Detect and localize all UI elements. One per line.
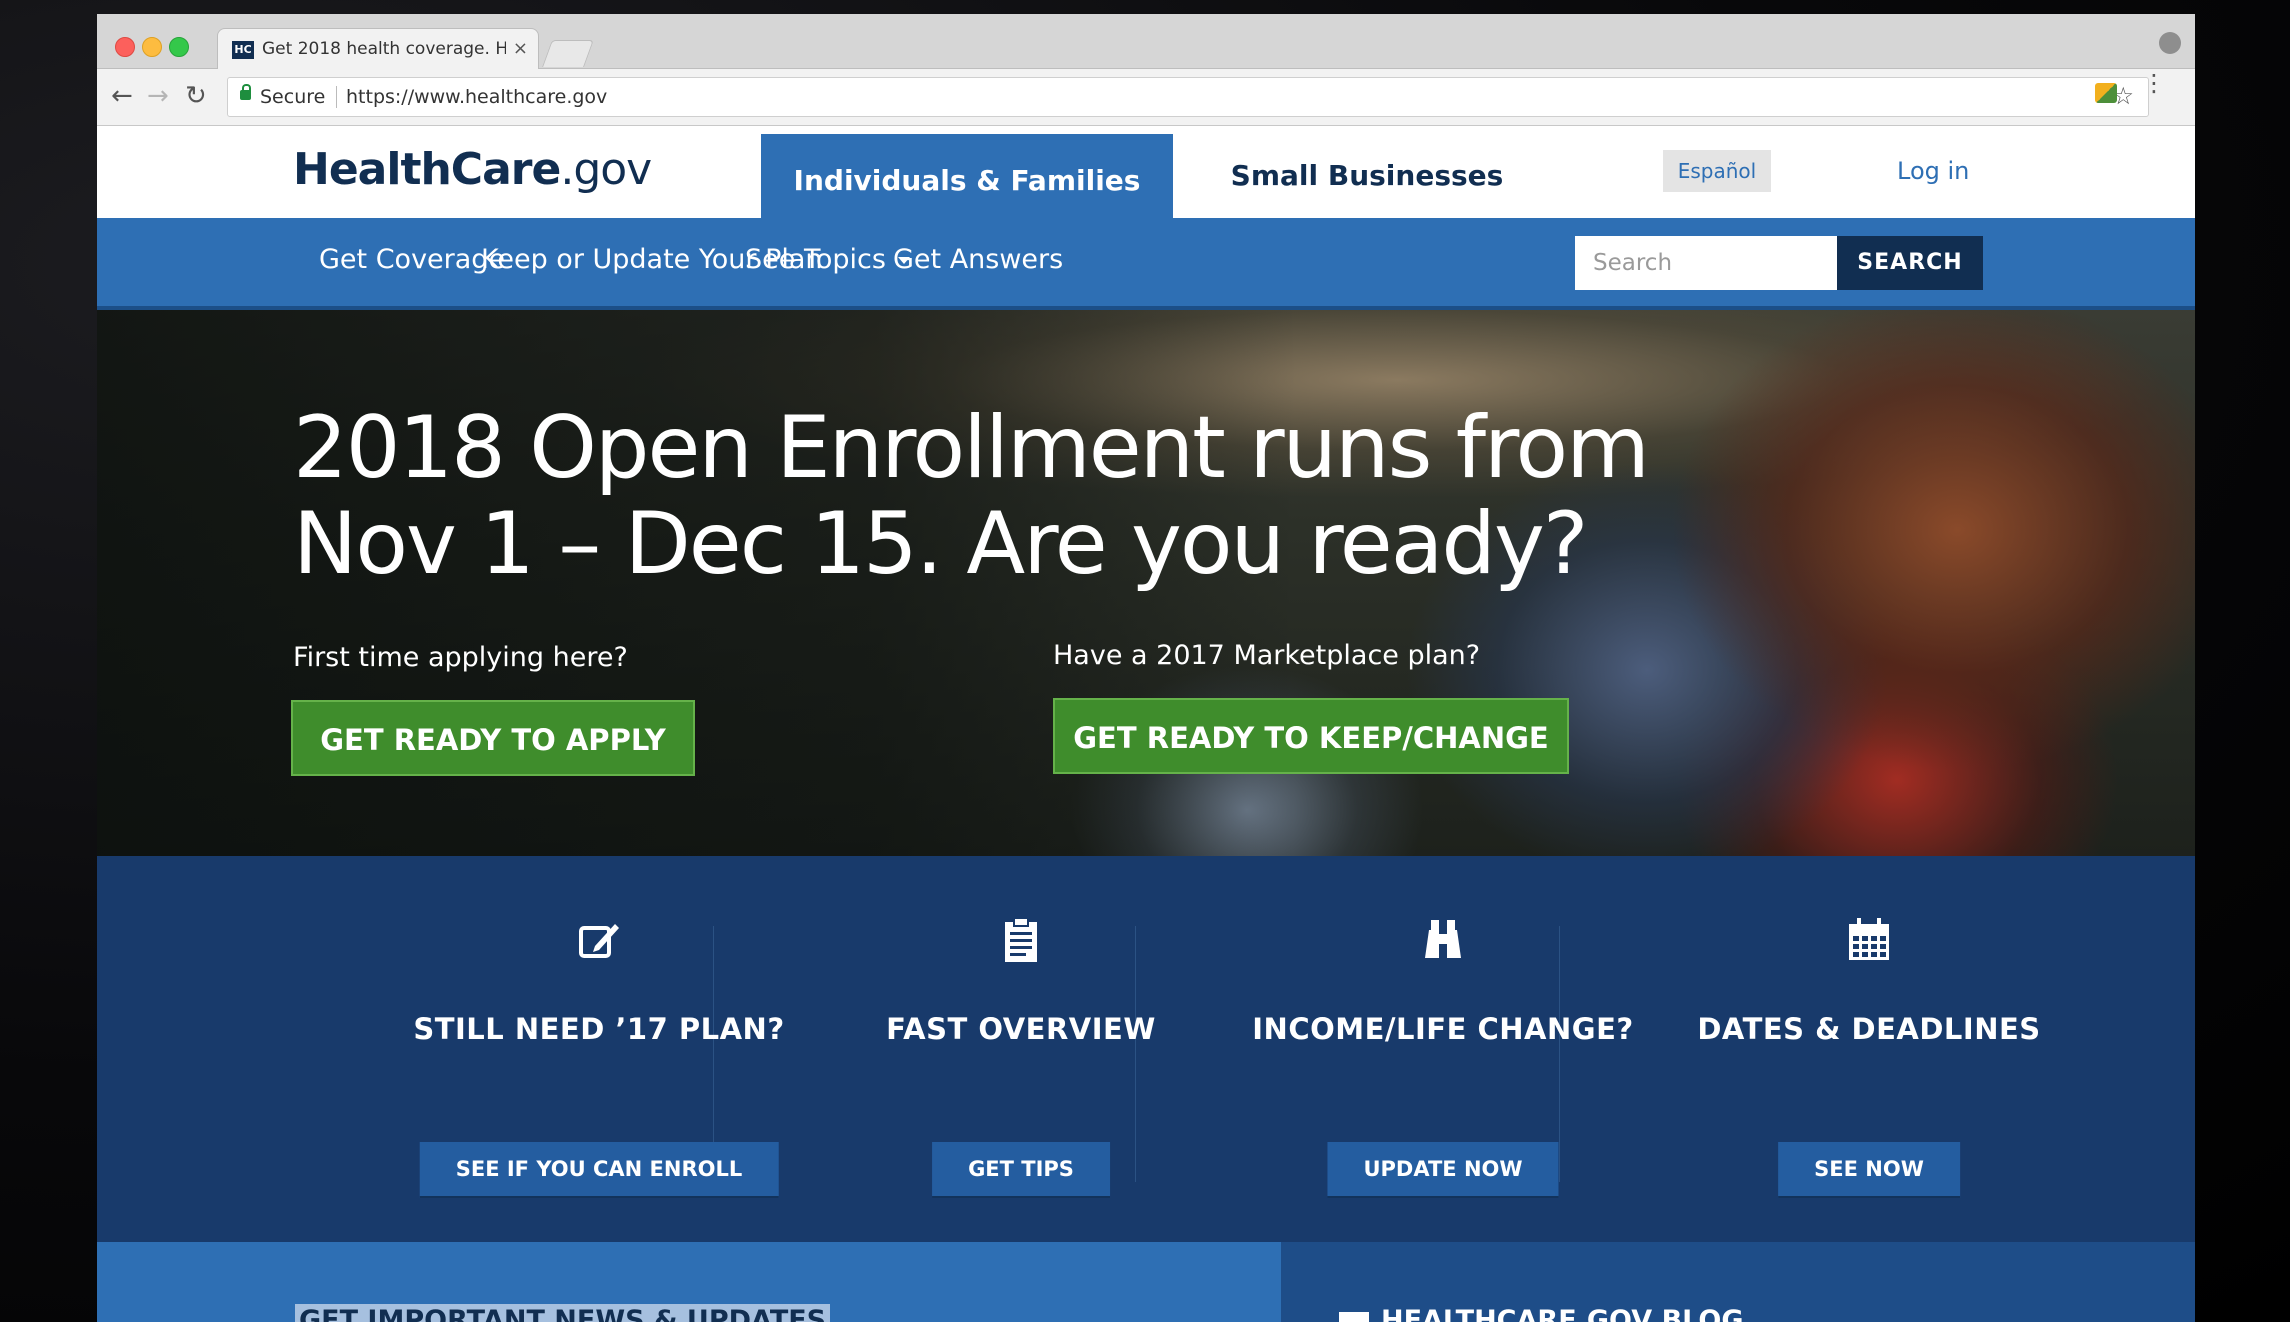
binoculars-icon xyxy=(1425,920,1461,958)
get-ready-to-keep-change-button[interactable]: GET READY TO KEEP/CHANGE xyxy=(1053,698,1569,774)
browser-window: HC Get 2018 health coverage. He × ← → ↻ … xyxy=(97,14,2195,1322)
card-title: STILL NEED ’17 PLAN? xyxy=(413,1012,785,1046)
hero-question-existing: Have a 2017 Marketplace plan? xyxy=(1053,640,1481,671)
hero-banner: 2018 Open Enrollment runs from Nov 1 – D… xyxy=(97,310,2195,856)
clipboard-icon xyxy=(1005,917,1037,962)
blog-section: HEALTHCARE.GOV BLOG xyxy=(1281,1242,2195,1322)
lock-icon xyxy=(240,84,251,100)
site-header: HealthCare.gov Individuals & Families Sm… xyxy=(97,126,2195,228)
window-minimize-button[interactable] xyxy=(142,37,162,57)
tab-title: Get 2018 health coverage. He xyxy=(262,39,506,59)
search-button[interactable]: SEARCH xyxy=(1837,236,1983,290)
nav-get-coverage[interactable]: Get Coverage xyxy=(319,240,505,280)
logo-care: Care xyxy=(450,144,562,195)
browser-tab-active[interactable]: HC Get 2018 health coverage. He × xyxy=(217,28,539,69)
card-title: INCOME/LIFE CHANGE? xyxy=(1252,1012,1634,1046)
main-nav: Get Coverage Keep or Update Your Plan Se… xyxy=(97,218,2195,310)
get-tips-button[interactable]: GET TIPS xyxy=(932,1142,1110,1198)
update-now-button[interactable]: UPDATE NOW xyxy=(1327,1142,1559,1198)
new-tab-button[interactable] xyxy=(542,40,594,67)
blog-icon xyxy=(1339,1312,1369,1322)
browser-menu-icon[interactable]: ⋮ xyxy=(2142,71,2166,95)
news-section: GET IMPORTANT NEWS & UPDATES xyxy=(97,1242,1281,1322)
card-still-need-plan: STILL NEED ’17 PLAN? SEE IF YOU CAN ENRO… xyxy=(389,916,809,1198)
tab-small-businesses[interactable]: Small Businesses xyxy=(1187,134,1547,218)
edit-icon xyxy=(579,924,619,958)
login-link[interactable]: Log in xyxy=(1897,150,1969,192)
secure-label: Secure xyxy=(260,86,326,108)
tab-individuals-families[interactable]: Individuals & Families xyxy=(761,134,1173,228)
hero-title: 2018 Open Enrollment runs from Nov 1 – D… xyxy=(293,400,1673,592)
see-now-button[interactable]: SEE NOW xyxy=(1778,1142,1960,1198)
nav-see-topics-label: See Topics xyxy=(745,244,886,275)
address-bar[interactable]: Secure https://www.healthcare.gov ☆ xyxy=(227,77,2149,117)
card-dates-deadlines: DATES & DEADLINES SEE NOW xyxy=(1659,916,2079,1198)
action-cards: STILL NEED ’17 PLAN? SEE IF YOU CAN ENRO… xyxy=(97,856,2195,1242)
hero-title-line2: Nov 1 – Dec 15. Are you ready? xyxy=(293,494,1589,594)
healthcare-logo[interactable]: HealthCare.gov xyxy=(293,144,652,195)
get-ready-to-apply-button[interactable]: GET READY TO APPLY xyxy=(291,700,695,776)
profile-icon[interactable] xyxy=(2159,32,2181,54)
news-updates-heading: GET IMPORTANT NEWS & UPDATES xyxy=(295,1304,831,1322)
url-text[interactable]: https://www.healthcare.gov xyxy=(346,86,607,108)
see-if-you-can-enroll-button[interactable]: SEE IF YOU CAN ENROLL xyxy=(419,1142,779,1198)
card-title: DATES & DEADLINES xyxy=(1697,1012,2041,1046)
search-input[interactable] xyxy=(1575,236,1837,290)
reload-icon[interactable]: ↻ xyxy=(185,81,207,111)
favicon-icon: HC xyxy=(232,41,254,59)
nav-see-topics[interactable]: See Topics xyxy=(745,240,910,280)
window-close-button[interactable] xyxy=(115,37,135,57)
forward-arrow-icon[interactable]: → xyxy=(147,81,169,111)
nav-get-answers[interactable]: Get Answers xyxy=(893,240,1063,280)
hero-title-line1: 2018 Open Enrollment runs from xyxy=(293,398,1650,498)
browser-tabstrip: HC Get 2018 health coverage. He × xyxy=(97,14,2195,69)
address-separator xyxy=(336,86,337,108)
window-zoom-button[interactable] xyxy=(169,37,189,57)
tab-close-icon[interactable]: × xyxy=(513,38,528,59)
browser-toolbar: ← → ↻ Secure https://www.healthcare.gov … xyxy=(97,69,2195,126)
extension-icon[interactable] xyxy=(2095,83,2117,103)
card-income-life-change: INCOME/LIFE CHANGE? UPDATE NOW xyxy=(1233,916,1653,1198)
logo-gov: .gov xyxy=(560,144,652,195)
hero-question-new: First time applying here? xyxy=(293,642,628,673)
logo-health: Health xyxy=(293,144,452,195)
card-fast-overview: FAST OVERVIEW GET TIPS xyxy=(811,916,1231,1198)
blog-heading: HEALTHCARE.GOV BLOG xyxy=(1381,1305,1744,1322)
espanol-button[interactable]: Español xyxy=(1663,150,1771,192)
calendar-icon xyxy=(1849,918,1889,960)
card-title: FAST OVERVIEW xyxy=(886,1012,1156,1046)
back-arrow-icon[interactable]: ← xyxy=(111,81,133,111)
